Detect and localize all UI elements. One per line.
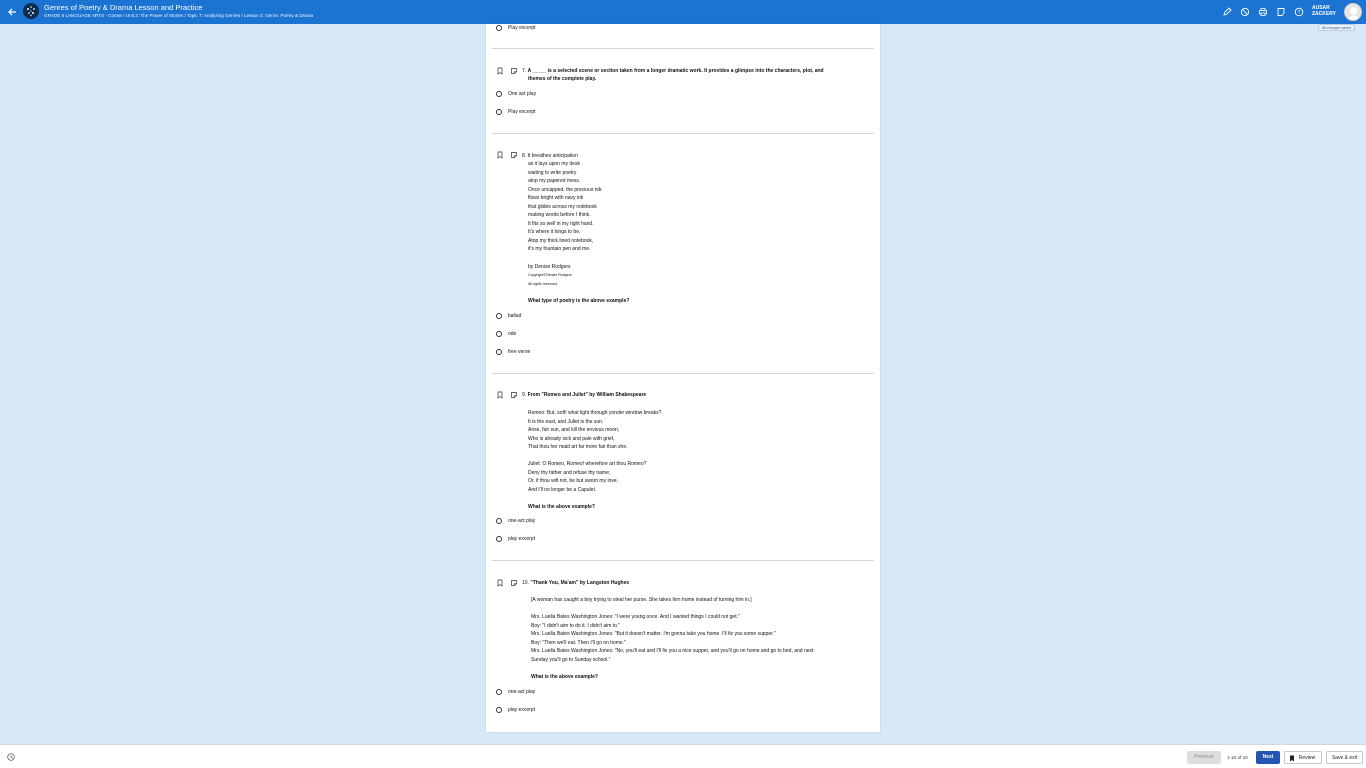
next-button[interactable]: Next [1256,751,1280,764]
stage-direction: [A woman has caught a boy trying to stea… [531,597,752,603]
changes-saved-badge: All changes saved [1318,24,1356,31]
question-card: Play excerpt 7. A _____ is a selected sc… [486,24,880,732]
radio-button[interactable] [496,707,502,713]
radio-button[interactable] [496,349,502,355]
passage-text: Romeo: But, soft! what light through yon… [528,410,662,493]
question-7-prompt-cont: themes of the complete play. [528,76,597,82]
save-exit-button[interactable]: Save & exit [1326,751,1363,764]
answer-label: ballad [508,313,522,319]
note-icon[interactable] [510,391,518,399]
app-logo [23,3,39,19]
answer-label: ode [508,331,517,337]
question-10-prompt: 10. "Thank You, Ma'am" by Langston Hughe… [522,580,630,586]
svg-text:?: ? [1298,10,1301,16]
question-7-prompt: 7. A _____ is a selected scene or sectio… [522,68,824,74]
question-9-prompt: 9. From "Romeo and Juliet" by William Sh… [522,392,647,398]
help-icon[interactable]: ? [1294,7,1304,17]
breadcrumb: GRADE 6 LANGUAGE ARTS - Comer / Unit 2: … [44,12,314,18]
radio-button[interactable] [496,25,502,31]
question-10-text: What is the above example? [531,674,598,680]
top-bar: Genres of Poetry & Drama Lesson and Prac… [0,0,1366,24]
answer-label: Play excerpt [508,109,536,115]
review-label: Review [1298,755,1316,761]
bookmark-icon [1290,755,1294,762]
answer-label: one-act play [508,518,536,524]
radio-button[interactable] [496,109,502,115]
avatar[interactable] [1344,3,1362,21]
bookmark-icon[interactable] [496,151,504,159]
page-title: Genres of Poetry & Drama Lesson and Prac… [44,3,203,12]
divider [492,373,874,374]
answer-label: play excerpt [508,707,535,713]
note-icon[interactable] [510,67,518,75]
answer-label: play excerpt [508,536,535,542]
review-button[interactable]: Review [1284,751,1322,764]
question-tools [496,391,518,399]
bookmark-icon[interactable] [496,391,504,399]
poem-copyright: Copyright©Denise Rodgers [528,273,572,277]
passage-text: Mrs. Luella Bates Washington Jones: "I w… [531,614,814,663]
print-icon[interactable] [1258,7,1268,17]
note-icon[interactable] [510,151,518,159]
radio-button[interactable] [496,689,502,695]
answer-label: one-act play [508,689,536,695]
bookmark-icon[interactable] [496,579,504,587]
poem-rights: All rights reserved. [528,282,558,286]
divider [492,48,874,49]
question-8-text: What type of poetry is the above example… [528,298,630,304]
radio-button[interactable] [496,313,502,319]
radio-button[interactable] [496,91,502,97]
pencil-icon[interactable] [1222,7,1232,17]
page-count: 1-10 of 10 [1227,755,1248,760]
question-tools [496,579,518,587]
question-9-text: What is the above example? [528,504,595,510]
back-arrow-icon[interactable] [6,6,18,18]
radio-button[interactable] [496,331,502,337]
question-tools [496,151,518,159]
note-icon[interactable] [510,579,518,587]
question-tools [496,67,518,75]
bottom-bar: Previous 1-10 of 10 Next Review Save & e… [0,744,1366,768]
previous-button[interactable]: Previous [1187,751,1221,764]
clock-icon[interactable] [7,753,15,761]
radio-button[interactable] [496,536,502,542]
block-icon[interactable] [1240,7,1250,17]
poem-text: as it lays upon my desk waiting to write… [528,161,602,253]
bookmark-icon[interactable] [496,67,504,75]
divider [492,133,874,134]
question-8-prompt: 8. It breathes anticipation [522,153,578,159]
note-icon[interactable] [1276,7,1286,17]
divider [492,560,874,561]
user-name: AUSAR ZACKERY [1312,5,1336,17]
radio-button[interactable] [496,518,502,524]
answer-label: One act play [508,91,537,97]
answer-label: free verse [508,349,531,355]
answer-label: Play excerpt [508,25,536,31]
